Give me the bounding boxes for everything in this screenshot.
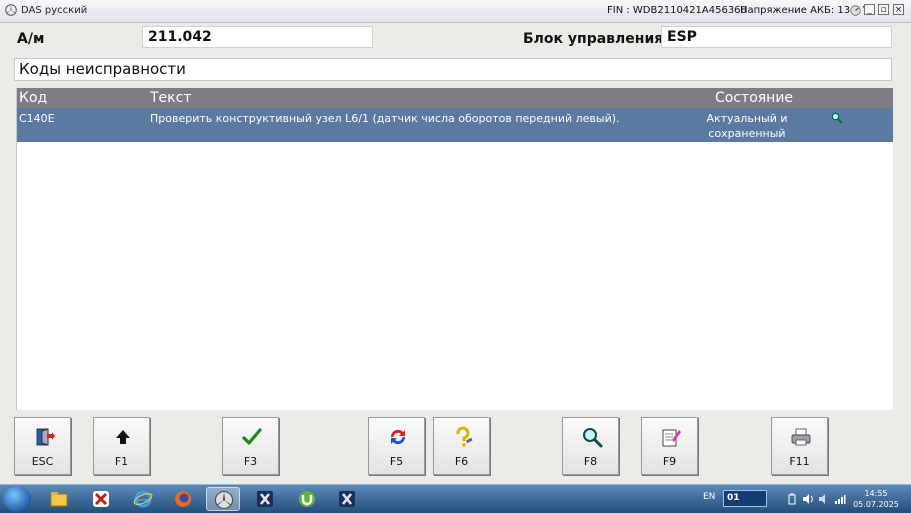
network-signal-icon[interactable] <box>834 493 846 505</box>
header-code: Код <box>19 90 48 106</box>
function-key-toolbar: ESC F1 F3 F5 F6 F8 F9 F11 <box>0 414 911 484</box>
refresh-icon <box>390 429 406 445</box>
battery-icon[interactable] <box>786 493 798 505</box>
fault-code-table: Код Текст Состояние C140E Проверить конс… <box>16 88 893 410</box>
start-button[interactable] <box>3 486 31 512</box>
fin-label: FIN : WDB2110421A456360 <box>607 5 747 16</box>
taskbar-app-red[interactable] <box>84 487 118 511</box>
ime-label: 01 <box>727 493 740 503</box>
red-x-app-icon <box>93 491 109 507</box>
minimize-button[interactable]: _ <box>864 4 875 15</box>
f3-label: F3 <box>243 455 258 468</box>
f11-label: F11 <box>789 455 810 468</box>
title-bar: DAS русский FIN : WDB2110421A456360 Напр… <box>0 0 911 23</box>
arrow-up-icon <box>116 430 130 444</box>
taskbar-das[interactable] <box>206 487 240 511</box>
vehicle-info-row: А/м 211.042 Блок управления ESP <box>0 22 911 56</box>
f8-label: F8 <box>583 455 598 468</box>
table-header: Код Текст Состояние <box>17 88 893 108</box>
esc-button[interactable]: ESC <box>14 417 71 475</box>
taskbar-utorrent[interactable] <box>290 487 324 511</box>
f3-button[interactable]: F3 <box>222 417 279 475</box>
f1-button[interactable]: F1 <box>93 417 150 475</box>
search-icon <box>583 428 603 448</box>
model-label: А/м <box>17 31 45 47</box>
taskbar-xentry-2[interactable] <box>330 487 364 511</box>
close-button[interactable]: × <box>893 4 904 15</box>
header-text: Текст <box>150 90 192 106</box>
f11-button[interactable]: F11 <box>771 417 828 475</box>
row-state-line1: Актуальный и <box>706 112 788 125</box>
f8-button[interactable]: F8 <box>562 417 619 475</box>
f6-button[interactable]: F6 <box>433 417 490 475</box>
printer-icon <box>791 428 811 446</box>
internet-explorer-icon <box>133 490 153 508</box>
f6-label: F6 <box>454 455 469 468</box>
taskbar-explorer[interactable] <box>42 487 76 511</box>
volume-icon[interactable] <box>802 493 814 505</box>
taskbar-ie[interactable] <box>126 487 160 511</box>
clock[interactable]: 14:55 05.07.2025 <box>852 488 900 510</box>
taskbar: EN 01 14:55 05.07.2025 <box>0 484 911 513</box>
utorrent-icon <box>299 491 315 507</box>
f9-button[interactable]: F9 <box>641 417 698 475</box>
row-text: Проверить конструктивный узел L6/1 (датч… <box>150 112 620 125</box>
notes-edit-icon <box>662 429 681 447</box>
firefox-icon <box>175 491 191 507</box>
f1-label: F1 <box>114 455 129 468</box>
restore-button[interactable]: ▫ <box>878 4 889 15</box>
ecu-value: ESP <box>661 26 892 48</box>
checkmark-icon <box>242 428 262 445</box>
language-indicator[interactable]: EN <box>703 492 715 502</box>
help-icon <box>456 426 473 447</box>
folder-icon <box>50 492 68 507</box>
taskbar-firefox[interactable] <box>166 487 200 511</box>
row-state: Актуальный и сохраненный <box>687 111 807 141</box>
model-value: 211.042 <box>142 26 373 48</box>
header-state: Состояние <box>715 90 794 106</box>
table-row[interactable]: C140E Проверить конструктивный узел L6/1… <box>17 108 893 142</box>
taskbar-xentry-1[interactable] <box>248 487 282 511</box>
exit-door-icon <box>36 428 55 446</box>
mercedes-star-icon <box>215 491 233 509</box>
xentry-icon <box>257 491 273 507</box>
magnifier-icon[interactable] <box>831 112 843 124</box>
clock-date: 05.07.2025 <box>853 500 899 509</box>
mercedes-star-icon <box>5 4 17 16</box>
ime-indicator[interactable]: 01 <box>723 490 767 507</box>
f5-button[interactable]: F5 <box>368 417 425 475</box>
row-state-line2: сохраненный <box>708 127 786 140</box>
section-title: Коды неисправности <box>14 58 892 81</box>
gauge-icon <box>850 5 861 16</box>
f5-label: F5 <box>389 455 404 468</box>
esc-label: ESC <box>31 455 54 468</box>
window-title: DAS русский <box>21 5 88 16</box>
row-code: C140E <box>19 112 55 125</box>
xentry-icon <box>339 491 355 507</box>
speaker-mute-icon[interactable] <box>818 493 830 505</box>
ecu-label: Блок управления <box>523 31 664 47</box>
clock-time: 14:55 <box>864 489 888 498</box>
f9-label: F9 <box>662 455 677 468</box>
